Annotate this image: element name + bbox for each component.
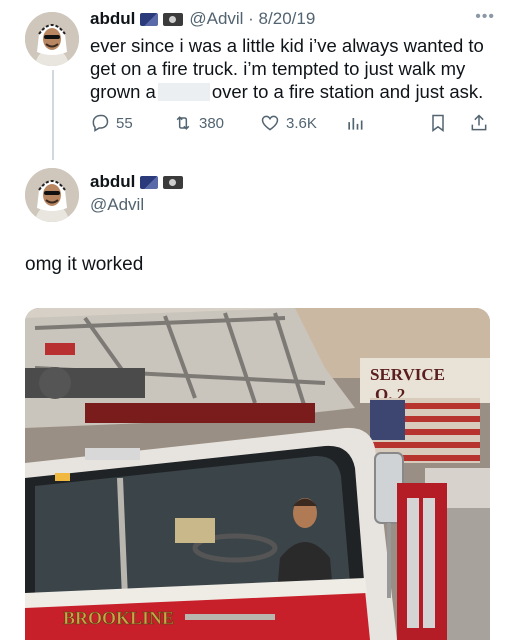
author-name[interactable]: abdul — [90, 172, 135, 192]
truck-lettering: BROOKLINE — [63, 608, 174, 628]
sign-text: SERVICE — [370, 365, 445, 384]
tweet-text: ever since i was a little kid i’ve alway… — [90, 34, 495, 103]
author-row: abdul — [90, 172, 184, 192]
retweet-icon — [176, 116, 190, 130]
tweet-text: omg it worked — [25, 254, 144, 275]
views-button[interactable] — [345, 113, 371, 133]
bookmark-icon — [432, 114, 444, 132]
redaction-box — [157, 83, 210, 101]
reply-count: 55 — [116, 114, 133, 132]
author-name[interactable]: abdul — [90, 9, 135, 29]
flag-emoji-icon — [140, 175, 159, 189]
flag-emoji-icon — [140, 12, 159, 26]
bookmark-button[interactable] — [428, 113, 454, 133]
share-icon — [471, 114, 487, 131]
like-count: 3.6K — [286, 114, 317, 132]
fire-truck-photo: SERVICE O. 2 BROOKLINE — [25, 308, 490, 640]
retweet-count: 380 — [199, 114, 225, 132]
avatar-image — [25, 12, 79, 66]
avatar[interactable] — [25, 12, 79, 66]
tweet-photo[interactable]: SERVICE O. 2 BROOKLINE — [25, 308, 490, 640]
tweet-text-part-2: over to a fire station and just ask. — [211, 81, 484, 102]
author-handle[interactable]: @Advil — [90, 195, 144, 215]
avatar-image — [25, 168, 79, 222]
thread-connector-line — [52, 70, 54, 160]
camera-emoji-icon — [163, 12, 184, 26]
retweet-button[interactable]: 380 — [173, 113, 224, 133]
share-button[interactable] — [469, 113, 495, 133]
avatar[interactable] — [25, 168, 79, 222]
like-button[interactable]: 3.6K — [260, 113, 317, 133]
camera-emoji-icon — [163, 175, 184, 189]
tweet-actions: 55 380 3.6K — [90, 113, 495, 135]
heart-icon — [261, 115, 279, 131]
reply-icon — [92, 114, 109, 132]
reply-button[interactable]: 55 — [90, 113, 133, 133]
handle-date[interactable]: @Advil · 8/20/19 — [189, 9, 315, 29]
ellipsis-icon[interactable]: ••• — [475, 8, 495, 26]
analytics-icon — [348, 118, 363, 130]
